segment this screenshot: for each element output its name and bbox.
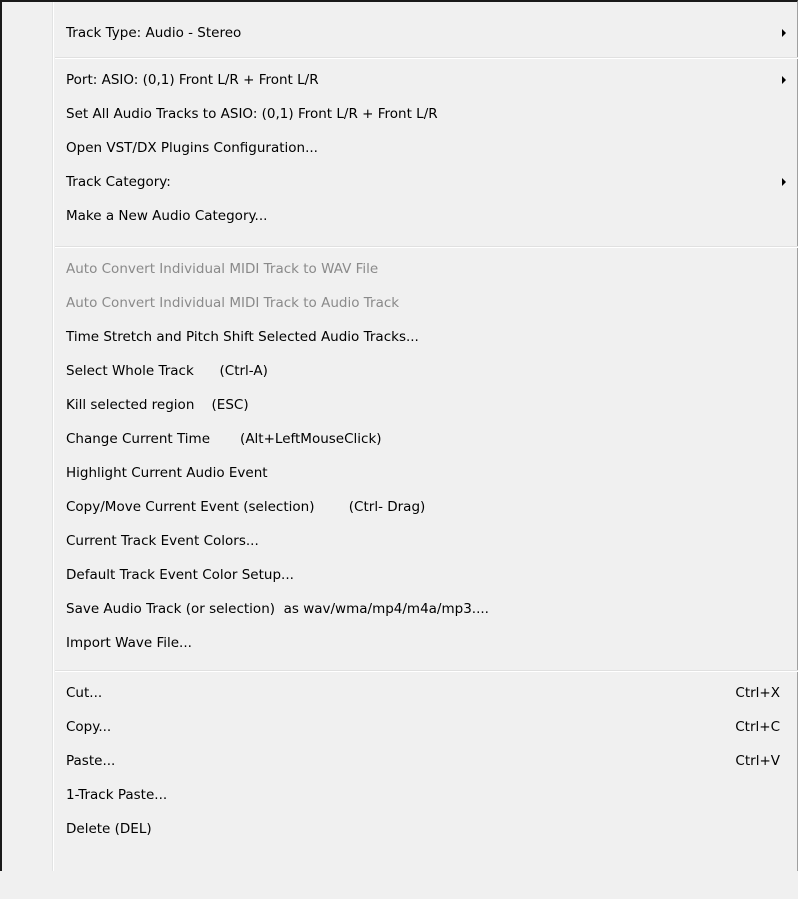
menu-item-label: Port: ASIO: (0,1) Front L/R + Front L/R [66,72,319,88]
menu-item-port[interactable]: Port: ASIO: (0,1) Front L/R + Front L/R [55,66,788,94]
menu-item-label: Time Stretch and Pitch Shift Selected Au… [66,329,419,345]
menu-item-track-category[interactable]: Track Category: [55,168,788,196]
menu-item-convert-midi-to-wav: Auto Convert Individual MIDI Track to WA… [55,255,788,283]
menu-item-label: Auto Convert Individual MIDI Track to Au… [66,295,400,311]
menu-icon-gutter-divider [52,2,54,871]
menu-item-label: 1-Track Paste... [66,787,168,803]
menu-item-label: Delete (DEL) [66,821,152,837]
menu-item-paste[interactable]: Paste... Ctrl+V [55,747,788,775]
menu-item-save-audio-track[interactable]: Save Audio Track (or selection) as wav/w… [55,595,788,623]
menu-item-label: Save Audio Track (or selection) as wav/w… [66,601,489,617]
menu-item-label: Paste... [66,753,116,769]
menu-item-cut[interactable]: Cut... Ctrl+X [55,679,788,707]
menu-item-one-track-paste[interactable]: 1-Track Paste... [55,781,788,809]
menu-item-label: Import Wave File... [66,635,192,651]
menu-item-select-whole-track[interactable]: Select Whole Track (Ctrl-A) [55,357,788,385]
menu-item-label: Track Type: Audio - Stereo [66,25,242,41]
menu-item-default-event-color-setup[interactable]: Default Track Event Color Setup... [55,561,788,589]
menu-separator [55,670,798,672]
menu-item-label: Set All Audio Tracks to ASIO: (0,1) Fron… [66,106,438,122]
menu-item-set-all-audio-tracks[interactable]: Set All Audio Tracks to ASIO: (0,1) Fron… [55,100,788,128]
menu-item-copy-move-current-event[interactable]: Copy/Move Current Event (selection) (Ctr… [55,493,788,521]
context-menu: Track Type: Audio - Stereo Port: ASIO: (… [0,0,798,871]
menu-item-delete[interactable]: Delete (DEL) [55,815,788,843]
submenu-arrow-icon [782,29,786,37]
menu-item-label: Kill selected region (ESC) [66,397,249,413]
menu-item-label: Current Track Event Colors... [66,533,259,549]
menu-item-shortcut: Ctrl+X [735,685,780,701]
menu-item-label: Default Track Event Color Setup... [66,567,294,583]
menu-item-track-type[interactable]: Track Type: Audio - Stereo [55,19,788,47]
menu-item-label: Highlight Current Audio Event [66,465,268,481]
menu-separator [55,57,798,59]
menu-item-shortcut: Ctrl+C [735,719,780,735]
menu-item-time-stretch[interactable]: Time Stretch and Pitch Shift Selected Au… [55,323,788,351]
menu-item-import-wave-file[interactable]: Import Wave File... [55,629,788,657]
menu-item-new-audio-category[interactable]: Make a New Audio Category... [55,202,788,230]
submenu-arrow-icon [782,76,786,84]
menu-item-copy[interactable]: Copy... Ctrl+C [55,713,788,741]
menu-item-highlight-current-event[interactable]: Highlight Current Audio Event [55,459,788,487]
menu-item-label: Cut... [66,685,103,701]
menu-item-label: Copy... [66,719,112,735]
menu-item-convert-midi-to-audio-track: Auto Convert Individual MIDI Track to Au… [55,289,788,317]
menu-item-shortcut: Ctrl+V [735,753,780,769]
menu-item-label: Auto Convert Individual MIDI Track to WA… [66,261,379,277]
menu-item-open-vst-dx-config[interactable]: Open VST/DX Plugins Configuration... [55,134,788,162]
submenu-arrow-icon [782,178,786,186]
menu-item-label: Copy/Move Current Event (selection) (Ctr… [66,499,426,515]
menu-separator [55,246,798,248]
menu-item-label: Open VST/DX Plugins Configuration... [66,140,318,156]
menu-item-label: Select Whole Track (Ctrl-A) [66,363,268,379]
menu-item-change-current-time[interactable]: Change Current Time (Alt+LeftMouseClick) [55,425,788,453]
menu-item-kill-selected-region[interactable]: Kill selected region (ESC) [55,391,788,419]
menu-item-current-track-event-colors[interactable]: Current Track Event Colors... [55,527,788,555]
menu-item-label: Make a New Audio Category... [66,208,268,224]
menu-item-label: Track Category: [66,174,171,190]
menu-item-label: Change Current Time (Alt+LeftMouseClick) [66,431,382,447]
